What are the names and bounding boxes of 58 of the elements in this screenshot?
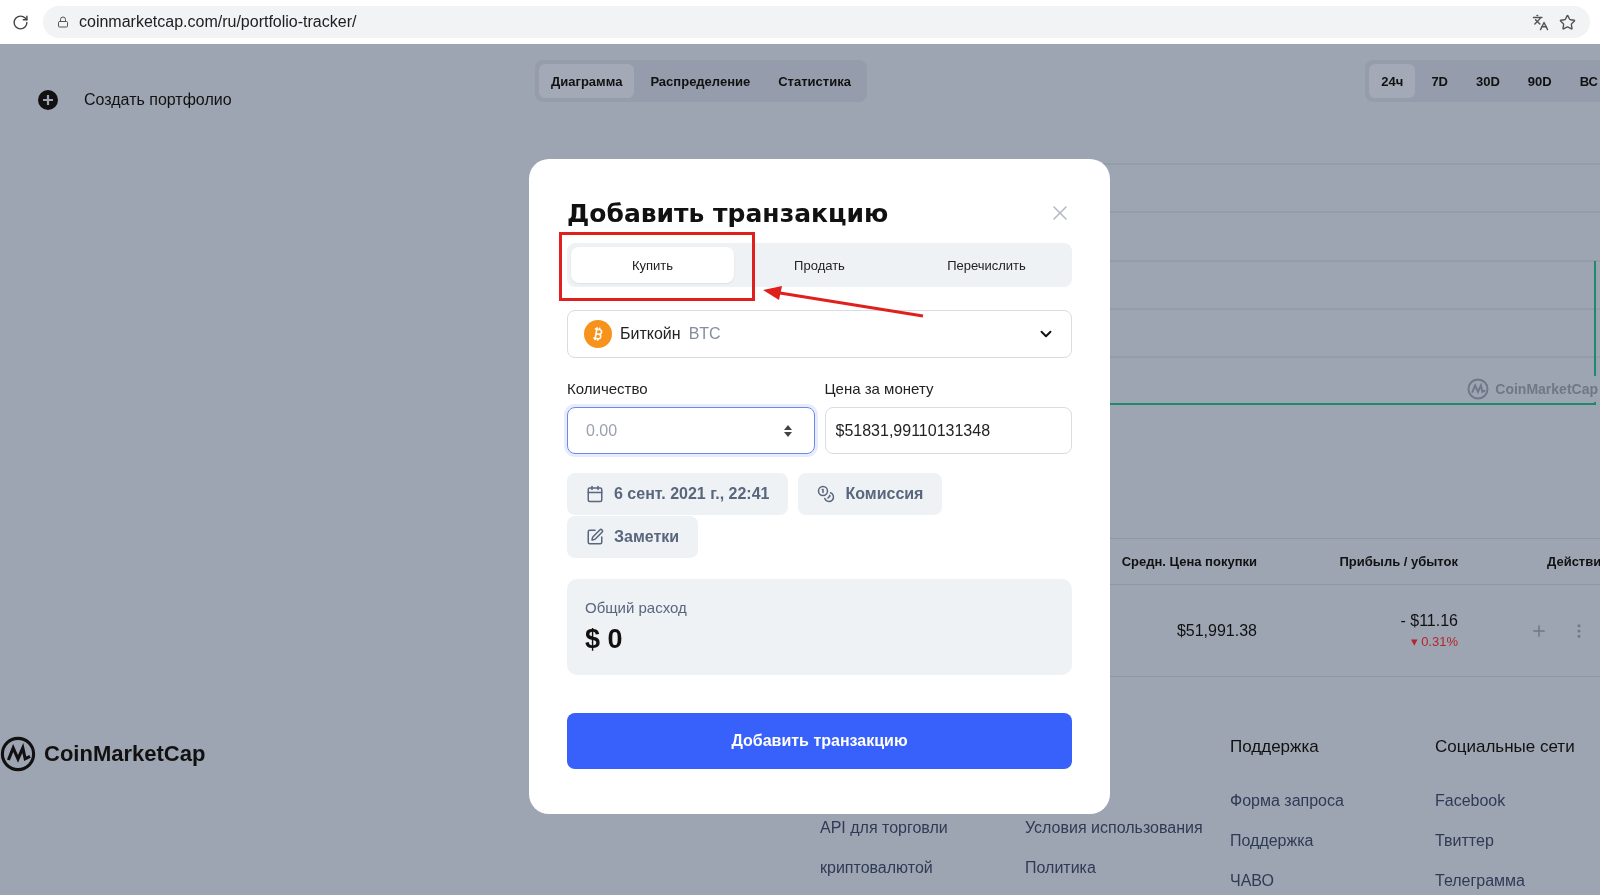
range-tab[interactable]: 90D — [1515, 64, 1564, 98]
field-label: Количество — [567, 380, 649, 397]
range-tab[interactable]: 24ч — [1369, 64, 1416, 98]
footer-link[interactable]: Политика — [1025, 859, 1230, 878]
coins-icon — [817, 485, 836, 503]
column-header: Прибыль / убыток — [1339, 554, 1458, 569]
url-text: coinmarketcap.com/ru/portfolio-tracker/ — [79, 13, 358, 31]
quantity-field[interactable]: 0.00 — [567, 407, 815, 454]
view-tab[interactable]: Диаграмма — [539, 64, 635, 98]
reload-icon[interactable] — [12, 13, 29, 31]
total-value: $ 0 — [585, 624, 624, 655]
coin-symbol: BTC — [688, 325, 722, 343]
footer-link[interactable]: API для торговли — [820, 819, 1025, 838]
date-button[interactable]: 6 сент. 2021 г., 22:41 — [567, 473, 789, 515]
footer-link[interactable]: Условия использования — [1025, 819, 1230, 838]
footer-link[interactable]: Телеграмма — [1435, 872, 1600, 891]
table-cell: - $11.16 — [1400, 612, 1458, 630]
change-text: ▾ 0.31% — [1410, 634, 1458, 649]
footer-link[interactable]: Поддержка — [1230, 832, 1435, 851]
total-label: Общий расход — [585, 599, 688, 616]
footer-heading: Поддержка — [1230, 737, 1320, 757]
coin-select[interactable]: Биткойн BTC — [567, 310, 1072, 358]
footer-link[interactable]: ЧАВО — [1230, 872, 1435, 891]
address-bar[interactable]: coinmarketcap.com/ru/portfolio-tracker/ — [43, 6, 1590, 38]
notes-button[interactable]: Заметки — [567, 516, 699, 558]
price-field[interactable]: $51831,99110131348 — [824, 407, 1072, 454]
footer-link[interactable]: криптовалютой — [820, 859, 1025, 878]
fee-button[interactable]: Комиссия — [798, 473, 943, 515]
dialog-title: Добавить транзакцию — [567, 198, 889, 228]
range-tab[interactable]: 30D — [1464, 64, 1512, 98]
type-tab[interactable]: Перечислить — [905, 247, 1068, 283]
footer-heading: Социальные сети — [1435, 737, 1576, 757]
footer-link[interactable]: Форма запроса — [1230, 792, 1435, 811]
create-portfolio-button[interactable]: Создать портфолио — [38, 90, 535, 110]
submit-button[interactable]: Добавить транзакцию — [567, 713, 1072, 769]
field-label: Цена за монету — [824, 380, 935, 397]
column-header: Действи — [1546, 554, 1600, 569]
coin-icon — [584, 320, 612, 348]
view-tab[interactable]: Распределение — [638, 64, 763, 98]
star-icon[interactable] — [1559, 13, 1576, 31]
translate-icon[interactable] — [1532, 13, 1549, 31]
range-tab[interactable]: 7D — [1419, 64, 1460, 98]
range-tab[interactable]: ВС — [1567, 64, 1600, 98]
lock-icon — [57, 16, 69, 28]
table-cell: $51,991.38 — [1176, 621, 1257, 640]
view-tab[interactable]: Статистика — [766, 64, 863, 98]
plus-circle-icon — [38, 90, 58, 110]
column-header: Средн. Цена покупки — [1121, 554, 1257, 569]
type-tab[interactable]: Продать — [738, 247, 901, 283]
coin-name: Биткойн — [620, 325, 681, 343]
logo-icon — [0, 736, 36, 772]
pen-icon — [586, 528, 604, 546]
stepper-icon[interactable] — [782, 424, 793, 438]
type-tab[interactable]: Купить — [571, 247, 734, 283]
calendar-icon — [586, 485, 604, 503]
footer-link[interactable]: Facebook — [1435, 792, 1600, 811]
logo-icon — [1467, 378, 1490, 400]
footer-link[interactable]: Твиттер — [1435, 832, 1600, 851]
